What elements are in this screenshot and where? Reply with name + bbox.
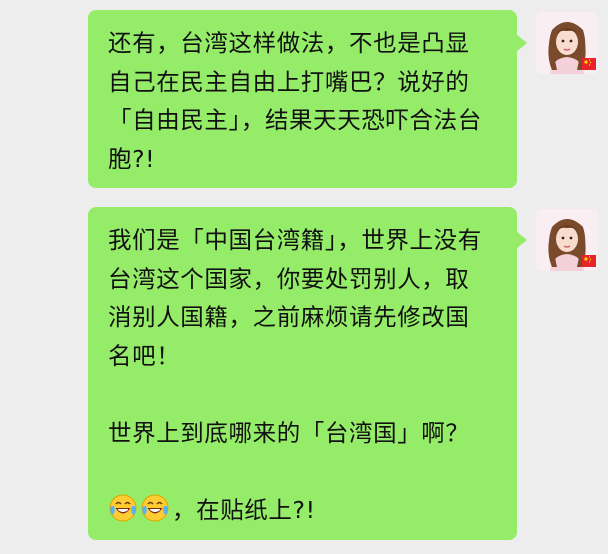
message-text-inline: ，在贴纸上?! (172, 495, 316, 524)
message-text-line: 消别人国籍，之前麻烦请先修改国 (108, 303, 470, 331)
message-text-line: 自己在民主自由上打嘴巴？说好的 (108, 67, 470, 96)
avatar-photo-icon (536, 209, 598, 271)
message-text-line: 还有，台湾这样做法，不也是凸显 (108, 29, 470, 57)
message-text-line: ，在贴纸上?! (108, 491, 497, 530)
message-text-line: 台湾这个国家，你要处罚别人，取 (108, 264, 470, 293)
avatar[interactable] (536, 12, 598, 74)
message-bubble[interactable]: 我们是「中国台湾籍」，世界上没有 台湾这个国家，你要处罚别人，取 消别人国籍，之… (88, 207, 527, 540)
chat-area: 还有，台湾这样做法，不也是凸显 自己在民主自由上打嘴巴？说好的 「自由民主」，结… (0, 0, 608, 554)
message-text-line: 世界上到底哪来的「台湾国」啊？ (108, 418, 470, 447)
message-bubble[interactable]: 还有，台湾这样做法，不也是凸显 自己在民主自由上打嘴巴？说好的 「自由民主」，结… (88, 10, 527, 188)
avatar-photo-icon (536, 12, 598, 74)
laughing-crying-emoji-icon (109, 494, 137, 521)
laughing-crying-emoji-icon (141, 494, 169, 521)
message-text-line: 胞?! (108, 144, 156, 173)
message-text-line: 「自由民主」，结果天天恐吓合法台 (108, 106, 482, 134)
message-text-line: 我们是「中国台湾籍」，世界上没有 (108, 226, 482, 254)
avatar[interactable] (536, 209, 598, 271)
message-text-line: 名吧！ (108, 341, 181, 370)
